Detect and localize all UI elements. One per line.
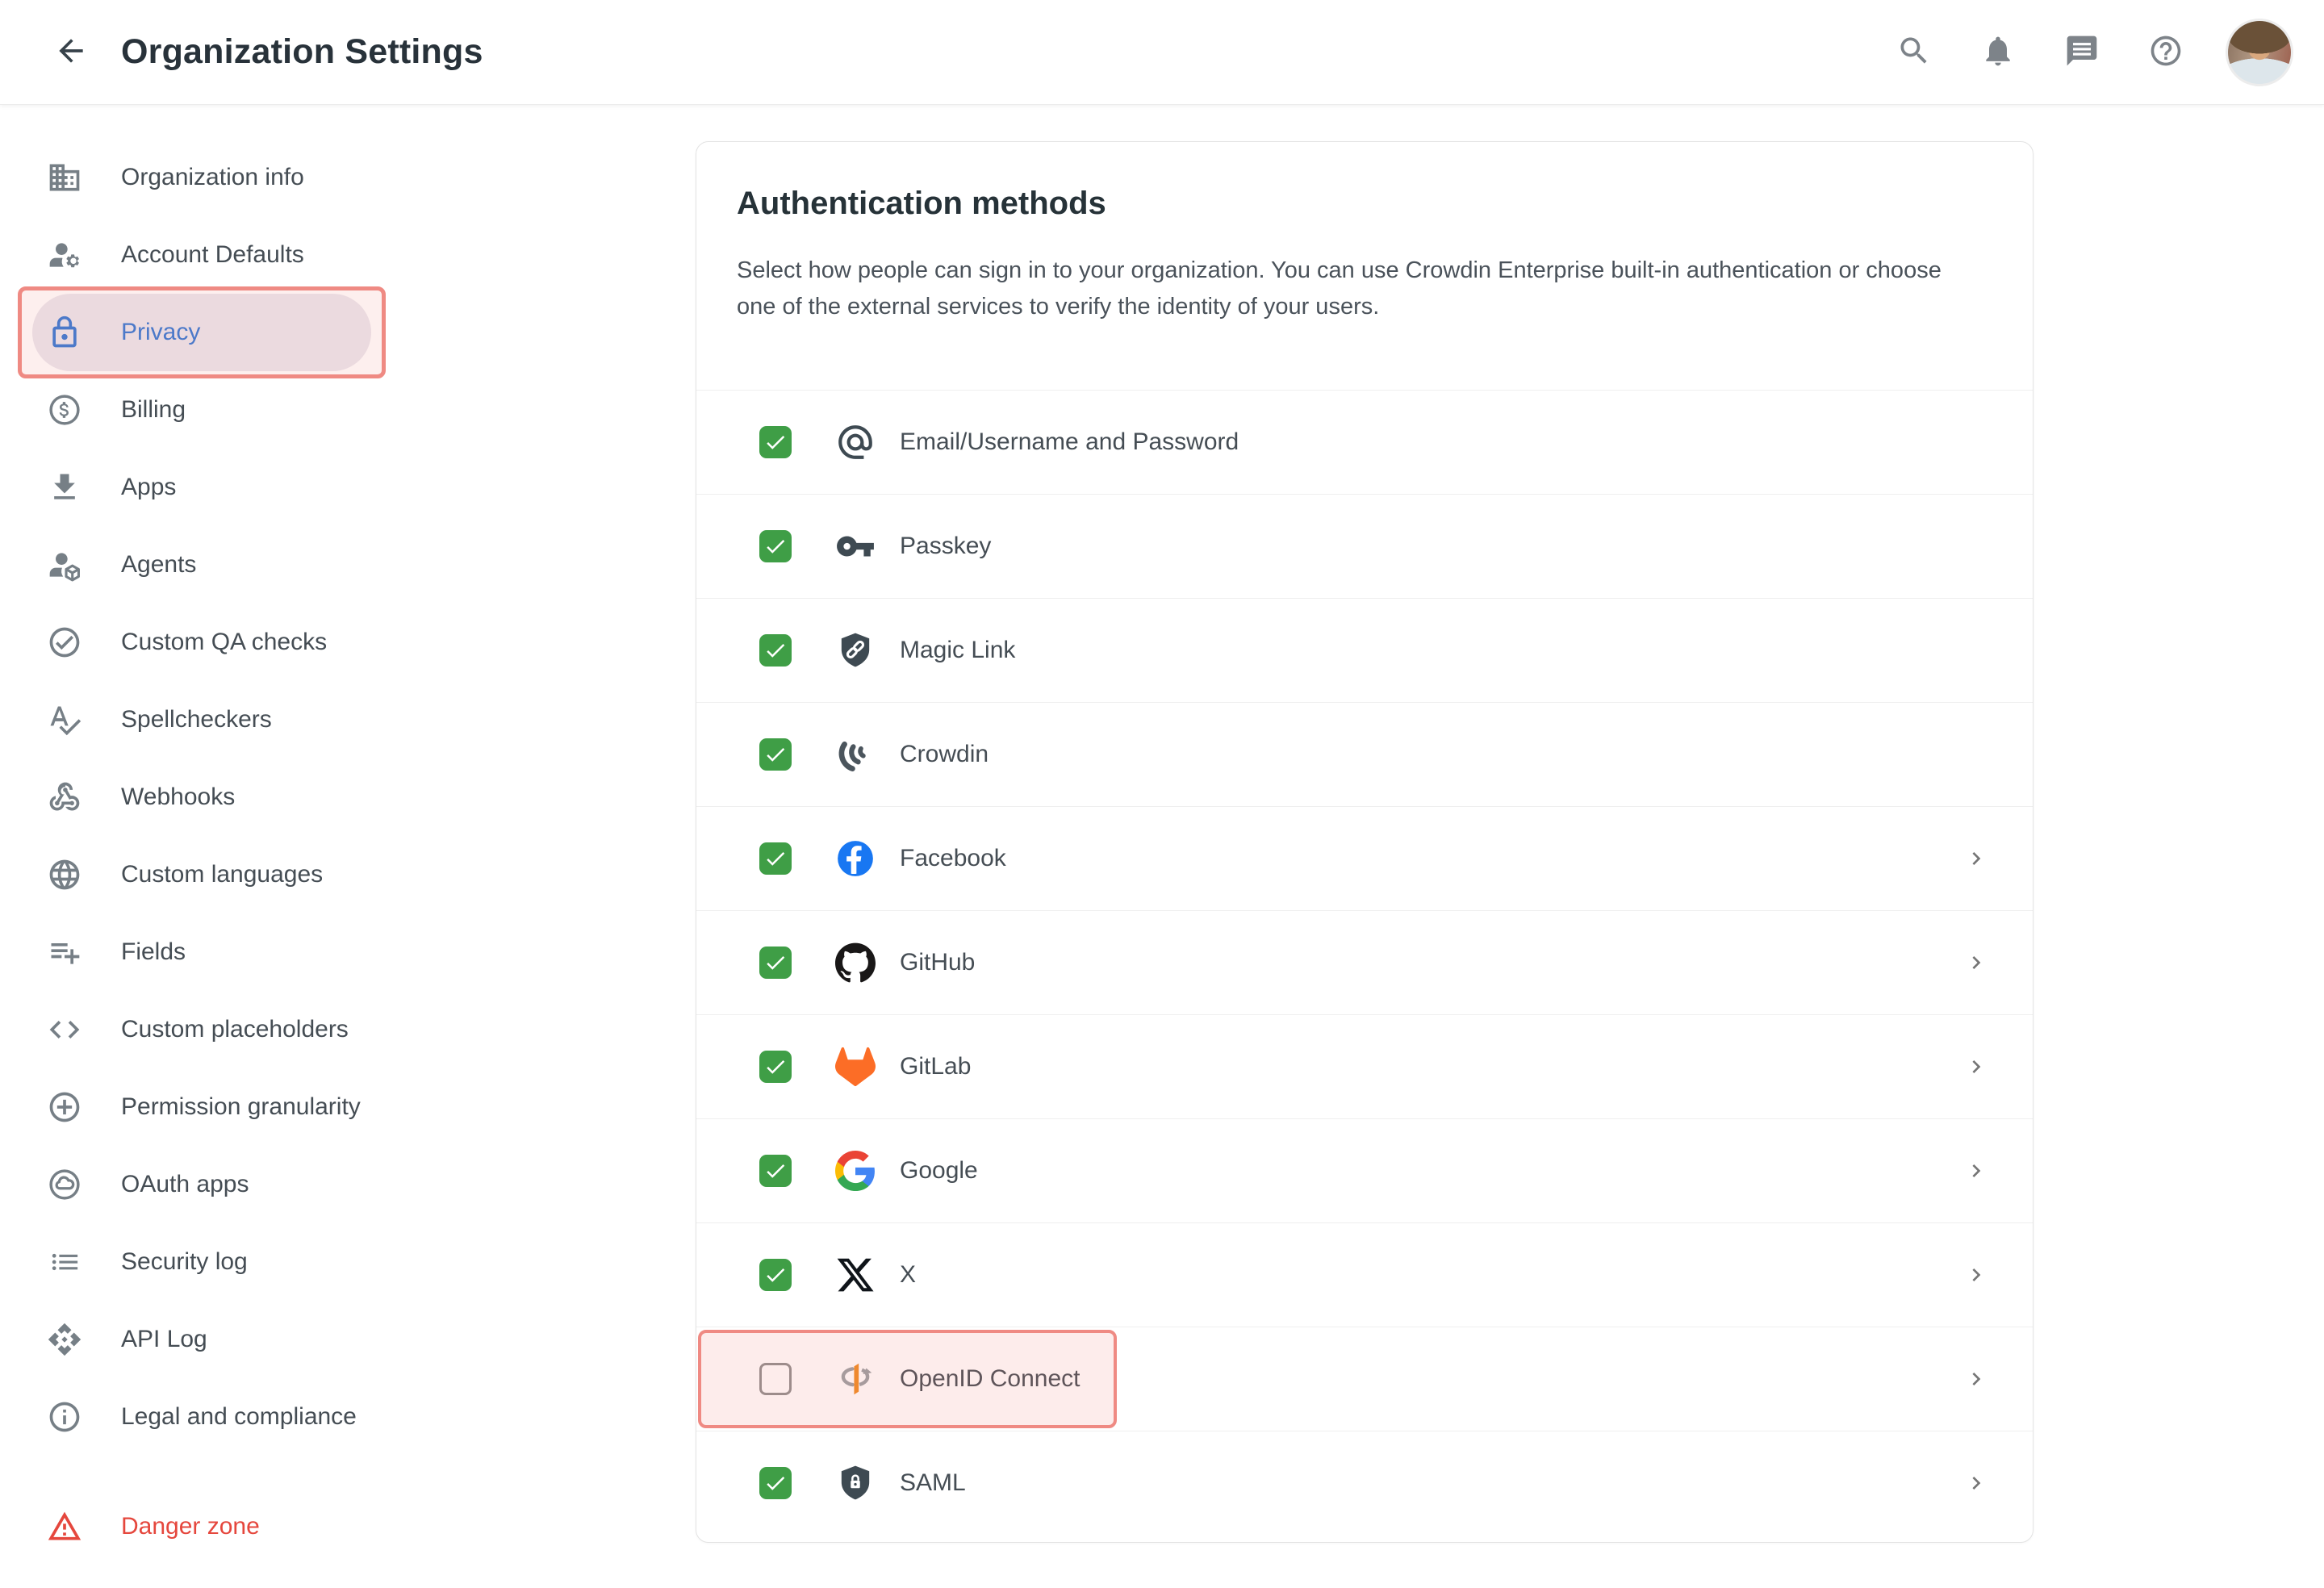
method-checkbox[interactable] [759,947,792,979]
method-checkbox[interactable] [759,738,792,771]
notifications-bell-icon [1980,33,2016,71]
chevron-right-icon[interactable] [1963,1054,1989,1080]
sidebar-item-custom-qa-checks[interactable]: Custom QA checks [32,604,371,681]
openid-icon [834,1357,877,1401]
page-title: Organization Settings [121,32,483,71]
method-checkbox[interactable] [759,1259,792,1291]
sidebar-item-security-log[interactable]: Security log [32,1223,371,1301]
chat-icon [2064,33,2100,71]
sidebar-item-fields[interactable]: Fields [32,913,371,991]
sidebar-item-organization-info[interactable]: Organization info [32,139,371,216]
card-title: Authentication methods [737,186,1106,221]
api-icon [47,1322,82,1357]
sidebar-item-oauth-apps[interactable]: OAuth apps [32,1146,371,1223]
help-icon [2148,33,2184,71]
messages-button[interactable] [2058,28,2106,77]
method-checkbox[interactable] [759,1467,792,1499]
lock-icon [47,315,82,350]
main-content: Authentication methods Select how people… [696,105,2324,1565]
sidebar-item-apps[interactable]: Apps [32,449,371,526]
code-icon [47,1012,82,1047]
plus-circle-icon [47,1089,82,1125]
sidebar: Organization info Account Defaults Priva… [0,105,696,1565]
chevron-right-icon[interactable] [1963,1366,1989,1392]
building-icon [47,160,82,195]
method-checkbox[interactable] [759,1155,792,1187]
chevron-right-icon[interactable] [1963,1158,1989,1184]
warning-icon [47,1509,82,1544]
crowdin-icon [834,733,877,776]
auth-method-row-passkey[interactable]: Passkey [696,494,2033,598]
sidebar-item-custom-placeholders[interactable]: Custom placeholders [32,991,371,1068]
auth-method-row-google[interactable]: Google [696,1118,2033,1222]
chevron-right-icon[interactable] [1963,846,1989,871]
auth-method-row-gitlab[interactable]: GitLab [696,1014,2033,1118]
sidebar-item-billing[interactable]: Billing [32,371,371,449]
globe-icon [47,857,82,892]
cloud-circle-icon [47,1167,82,1202]
auth-method-row-github[interactable]: GitHub [696,910,2033,1014]
sidebar-item-custom-languages[interactable]: Custom languages [32,836,371,913]
sidebar-item-api-log[interactable]: API Log [32,1301,371,1378]
saml-shield-icon [834,1461,877,1505]
auth-method-row-email-username-and-password[interactable]: Email/Username and Password [696,390,2033,494]
method-checkbox[interactable] [759,426,792,458]
account-gear-icon [47,237,82,273]
user-avatar[interactable] [2226,18,2293,86]
auth-method-row-facebook[interactable]: Facebook [696,806,2033,910]
spellcheck-icon [47,702,82,738]
auth-method-row-crowdin[interactable]: Crowdin [696,702,2033,806]
list-add-icon [47,934,82,970]
sidebar-item-spellcheckers[interactable]: Spellcheckers [32,681,371,758]
check-circle-icon [47,625,82,660]
sidebar-item-legal-and-compliance[interactable]: Legal and compliance [32,1378,371,1456]
agent-cube-icon [47,547,82,583]
chevron-right-icon[interactable] [1963,1262,1989,1288]
method-checkbox[interactable] [759,1051,792,1083]
help-button[interactable] [2142,28,2190,77]
magic-link-shield-icon [834,629,877,672]
method-checkbox[interactable] [759,634,792,667]
x-icon [834,1253,877,1297]
arrow-back-icon [53,33,89,71]
method-checkbox[interactable] [759,842,792,875]
gitlab-icon [834,1045,877,1089]
sidebar-item-danger-zone[interactable]: Danger zone [32,1488,371,1565]
dollar-circle-icon [47,392,82,428]
github-icon [834,941,877,984]
download-icon [47,470,82,505]
webhook-icon [47,779,82,815]
auth-method-row-magic-link[interactable]: Magic Link [696,598,2033,702]
method-checkbox[interactable] [759,1363,792,1395]
notifications-button[interactable] [1974,28,2022,77]
auth-method-row-openid-connect[interactable]: OpenID Connect [696,1327,2033,1431]
chevron-right-icon[interactable] [1963,1470,1989,1496]
auth-method-list: Email/Username and Password Passkey Magi… [696,390,2033,1535]
facebook-icon [834,837,877,880]
google-icon [834,1149,877,1193]
method-checkbox[interactable] [759,530,792,562]
auth-method-row-x[interactable]: X [696,1222,2033,1327]
search-icon [1896,33,1932,71]
sidebar-item-privacy[interactable]: Privacy [18,286,386,378]
card-description: Select how people can sign in to your or… [737,257,1942,320]
authentication-methods-card: Authentication methods Select how people… [696,141,2034,1543]
sidebar-item-permission-granularity[interactable]: Permission granularity [32,1068,371,1146]
chevron-right-icon[interactable] [1963,950,1989,976]
topbar: Organization Settings [0,0,2324,105]
sidebar-item-webhooks[interactable]: Webhooks [32,758,371,836]
sidebar-item-agents[interactable]: Agents [32,526,371,604]
passkey-key-icon [834,524,877,568]
list-icon [47,1244,82,1280]
auth-method-row-saml[interactable]: SAML [696,1431,2033,1535]
info-icon [47,1399,82,1435]
sidebar-item-account-defaults[interactable]: Account Defaults [32,216,371,294]
back-button[interactable] [47,28,95,77]
email-at-icon [834,420,877,464]
search-button[interactable] [1890,28,1938,77]
